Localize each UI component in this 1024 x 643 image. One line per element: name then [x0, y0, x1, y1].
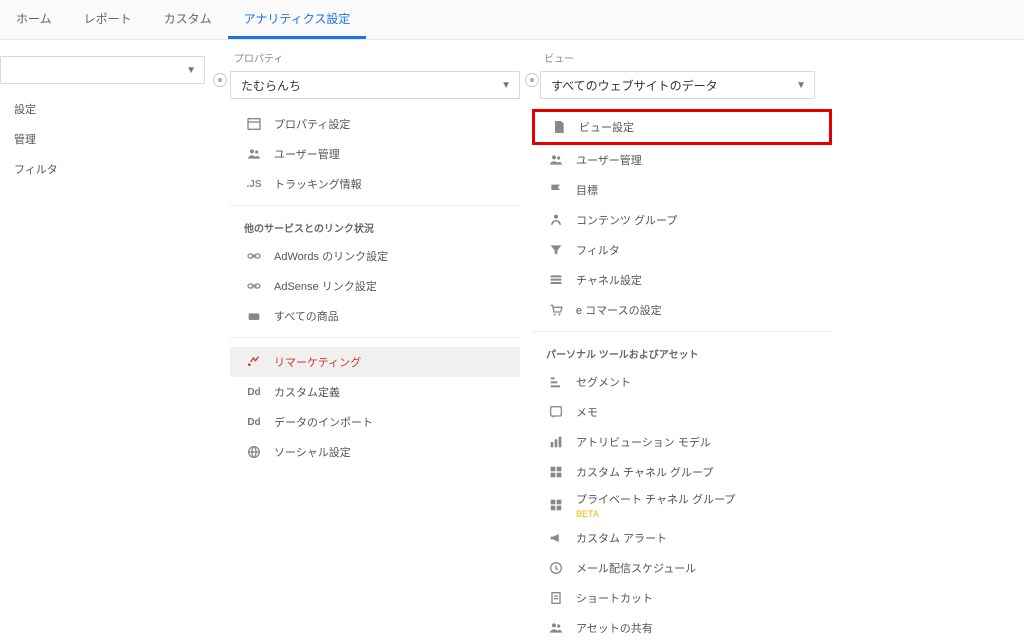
property-column: プロパティ たむらんち ▼ プロパティ設定 ユーザー管理 .JSトラッキング情報…: [220, 40, 530, 643]
page-icon: [549, 117, 569, 137]
flag-icon: [546, 180, 566, 200]
remarketing-icon: [244, 352, 264, 372]
nav-custom[interactable]: カスタム: [148, 0, 228, 39]
browser-icon: [244, 114, 264, 134]
view-shortcut[interactable]: ショートカット: [532, 583, 832, 613]
bars-icon: [546, 432, 566, 452]
content-icon: [546, 210, 566, 230]
nav-analytics-settings[interactable]: アナリティクス設定: [228, 0, 367, 39]
remarketing[interactable]: リマーケティング: [230, 347, 520, 377]
property-settings[interactable]: プロパティ設定: [230, 109, 520, 139]
products-icon: [244, 306, 264, 326]
property-label: プロパティ: [220, 40, 530, 71]
view-goals[interactable]: 目標: [532, 175, 832, 205]
data-import[interactable]: Ddデータのインポート: [230, 407, 520, 437]
adsense-link[interactable]: AdSense リンク設定: [230, 271, 520, 301]
account-settings[interactable]: 設定: [0, 94, 220, 124]
channel-icon: [546, 270, 566, 290]
dd-icon: Dd: [244, 382, 264, 402]
megaphone-icon: [546, 528, 566, 548]
view-menu: ビュー設定 ユーザー管理 目標 コンテンツ グループ フィルタ チャネル設定 e…: [532, 109, 832, 643]
beta-badge: BETA: [576, 509, 735, 519]
view-channel-settings[interactable]: チャネル設定: [532, 265, 832, 295]
caret-icon: ▼: [796, 80, 806, 91]
link-icon: [244, 246, 264, 266]
view-section-header: パーソナル ツールおよびアセット: [532, 331, 832, 367]
account-filters[interactable]: フィルタ: [0, 154, 220, 184]
view-column: ビュー すべてのウェブサイトのデータ ▼ ビュー設定 ユーザー管理 目標 コンテ…: [530, 40, 870, 643]
nav-report[interactable]: レポート: [68, 0, 148, 39]
connector-icon: [210, 70, 230, 90]
property-section-header: 他のサービスとのリンク状況: [230, 205, 520, 241]
view-attribution[interactable]: アトリビューション モデル: [532, 427, 832, 457]
account-menu: 設定 管理 フィルタ: [0, 94, 220, 184]
view-settings[interactable]: ビュー設定: [532, 109, 832, 145]
account-user-mgmt[interactable]: 管理: [0, 124, 220, 154]
property-selector-value: たむらんち: [241, 77, 301, 94]
view-custom-channel[interactable]: カスタム チャネル グループ: [532, 457, 832, 487]
dd-icon: Dd: [244, 412, 264, 432]
segment-icon: [546, 372, 566, 392]
js-icon: .JS: [244, 174, 264, 194]
top-nav: ホーム レポート カスタム アナリティクス設定: [0, 0, 1024, 40]
memo-icon: [546, 402, 566, 422]
adwords-link[interactable]: AdWords のリンク設定: [230, 241, 520, 271]
account-selector[interactable]: ▼: [0, 56, 205, 84]
nav-home[interactable]: ホーム: [0, 0, 68, 39]
property-menu: プロパティ設定 ユーザー管理 .JSトラッキング情報 他のサービスとのリンク状況…: [230, 109, 520, 467]
property-selector[interactable]: たむらんち ▼: [230, 71, 520, 99]
view-ecommerce[interactable]: e コマースの設定: [532, 295, 832, 325]
property-user-mgmt[interactable]: ユーザー管理: [230, 139, 520, 169]
globe-icon: [244, 442, 264, 462]
view-user-mgmt[interactable]: ユーザー管理: [532, 145, 832, 175]
cart-icon: [546, 300, 566, 320]
clock-icon: [546, 558, 566, 578]
grid-icon: [546, 495, 566, 515]
caret-icon: ▼: [186, 65, 196, 76]
view-private-channel[interactable]: プライベート チャネル グループBETA: [532, 487, 832, 523]
view-label: ビュー: [530, 40, 870, 71]
grid-icon: [546, 462, 566, 482]
view-selector[interactable]: すべてのウェブサイトのデータ ▼: [540, 71, 815, 99]
view-mail-schedule[interactable]: メール配信スケジュール: [532, 553, 832, 583]
view-filters[interactable]: フィルタ: [532, 235, 832, 265]
filter-icon: [546, 240, 566, 260]
view-notes[interactable]: メモ: [532, 397, 832, 427]
view-selector-value: すべてのウェブサイトのデータ: [551, 77, 718, 94]
connector-icon: [522, 70, 542, 90]
users-icon: [546, 618, 566, 638]
users-icon: [546, 150, 566, 170]
view-content-group[interactable]: コンテンツ グループ: [532, 205, 832, 235]
account-label: [0, 40, 220, 56]
caret-icon: ▼: [501, 80, 511, 91]
view-segments[interactable]: セグメント: [532, 367, 832, 397]
admin-columns: ▼ 設定 管理 フィルタ プロパティ たむらんち ▼ プロパティ設定 ユーザー管…: [0, 40, 1024, 643]
view-custom-alerts[interactable]: カスタム アラート: [532, 523, 832, 553]
doc-icon: [546, 588, 566, 608]
users-icon: [244, 144, 264, 164]
link-icon: [244, 276, 264, 296]
property-tracking[interactable]: .JSトラッキング情報: [230, 169, 520, 199]
account-column: ▼ 設定 管理 フィルタ: [0, 40, 220, 643]
custom-definitions[interactable]: Ddカスタム定義: [230, 377, 520, 407]
view-asset-share[interactable]: アセットの共有: [532, 613, 832, 643]
social-settings[interactable]: ソーシャル設定: [230, 437, 520, 467]
all-products[interactable]: すべての商品: [230, 301, 520, 331]
